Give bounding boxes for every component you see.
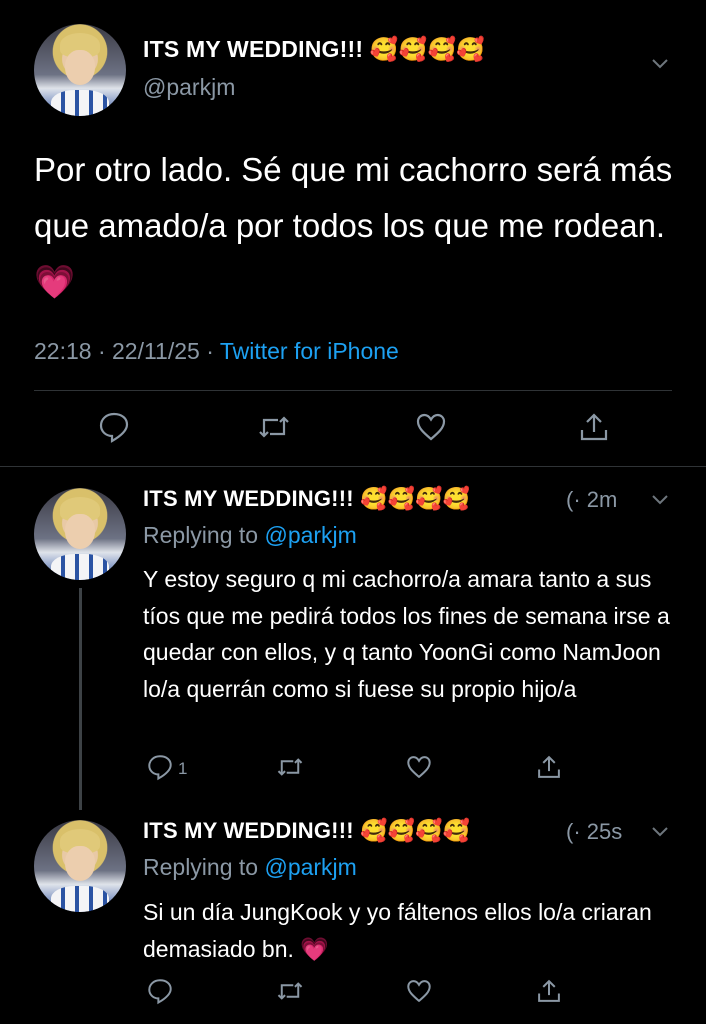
display-name-text: ITS MY WEDDING!!! bbox=[143, 486, 354, 511]
tweet-text: Por otro lado. Sé que mi cachorro será m… bbox=[34, 142, 684, 310]
reply-text-body: Si un día JungKook y yo fáltenos ellos l… bbox=[143, 899, 652, 962]
retweet-icon[interactable] bbox=[257, 410, 291, 444]
retweet-icon[interactable] bbox=[276, 977, 304, 1005]
like-icon[interactable] bbox=[405, 977, 433, 1005]
divider bbox=[34, 390, 672, 391]
display-name[interactable]: ITS MY WEDDING!!! 🥰🥰🥰🥰 bbox=[143, 818, 470, 844]
reply-count: 1 bbox=[178, 759, 188, 778]
handle[interactable]: @parkjm bbox=[143, 74, 235, 101]
tweet-source-link[interactable]: Twitter for iPhone bbox=[220, 338, 399, 364]
chevron-down-icon[interactable] bbox=[650, 822, 670, 845]
name-emojis: 🥰🥰🥰🥰 bbox=[360, 487, 471, 512]
thread-connector bbox=[79, 588, 82, 810]
replying-to: Replying to @parkjm bbox=[143, 522, 357, 549]
chevron-down-icon[interactable] bbox=[650, 54, 670, 77]
heart-emoji: 💗 bbox=[34, 263, 76, 300]
replying-prefix: Replying to bbox=[143, 854, 259, 880]
reply-timestamp[interactable]: (· 25s bbox=[566, 819, 622, 845]
mention-link[interactable]: @parkjm bbox=[264, 522, 356, 548]
tweet-thread: ITS MY WEDDING!!! 🥰🥰🥰🥰 @parkjm Por otro … bbox=[0, 0, 706, 1024]
avatar[interactable] bbox=[34, 24, 126, 116]
name-emojis: 🥰🥰🥰🥰 bbox=[360, 819, 471, 844]
avatar[interactable] bbox=[34, 488, 126, 580]
name-emojis: 🥰🥰🥰🥰 bbox=[369, 37, 486, 63]
display-name-text: ITS MY WEDDING!!! bbox=[143, 818, 354, 843]
reply-timestamp[interactable]: (· 2m bbox=[566, 487, 617, 513]
mention-link[interactable]: @parkjm bbox=[264, 854, 356, 880]
replying-to: Replying to @parkjm bbox=[143, 854, 357, 881]
like-icon[interactable] bbox=[414, 410, 448, 444]
reply-text: Y estoy seguro q mi cachorro/a amara tan… bbox=[143, 566, 670, 702]
display-name[interactable]: ITS MY WEDDING!!! 🥰🥰🥰🥰 bbox=[143, 486, 470, 512]
reply-icon[interactable] bbox=[146, 753, 174, 781]
divider bbox=[0, 466, 706, 467]
share-icon[interactable] bbox=[535, 753, 563, 781]
like-icon[interactable] bbox=[405, 753, 433, 781]
retweet-icon[interactable] bbox=[276, 753, 304, 781]
tweet-timestamp[interactable]: 22:18 · 22/11/25 · bbox=[34, 338, 214, 364]
tweet-text-body: Por otro lado. Sé que mi cachorro será m… bbox=[34, 151, 673, 244]
reply-icon[interactable] bbox=[97, 410, 131, 444]
heart-emoji: 💗 bbox=[300, 935, 329, 962]
display-name[interactable]: ITS MY WEDDING!!! 🥰🥰🥰🥰 bbox=[143, 36, 485, 63]
tweet-meta: 22:18 · 22/11/25 · Twitter for iPhone bbox=[34, 338, 399, 365]
display-name-text: ITS MY WEDDING!!! bbox=[143, 36, 364, 62]
avatar[interactable] bbox=[34, 820, 126, 912]
replying-prefix: Replying to bbox=[143, 522, 259, 548]
reply-icon[interactable] bbox=[146, 977, 174, 1005]
share-icon[interactable] bbox=[577, 410, 611, 444]
share-icon[interactable] bbox=[535, 977, 563, 1005]
reply-text: Si un día JungKook y yo fáltenos ellos l… bbox=[143, 894, 683, 967]
chevron-down-icon[interactable] bbox=[650, 490, 670, 513]
